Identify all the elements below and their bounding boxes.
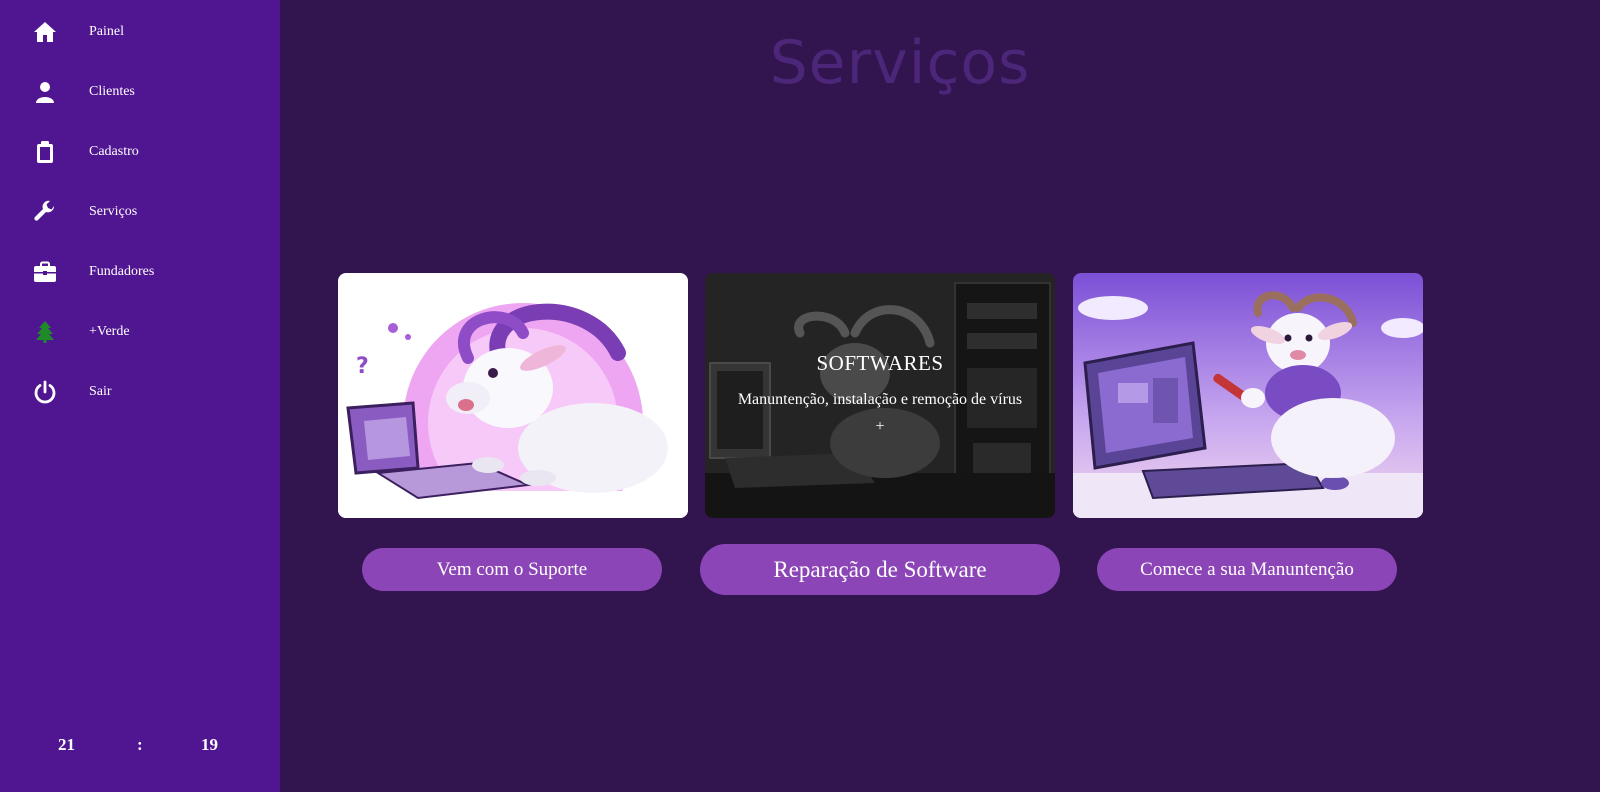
home-icon (31, 18, 59, 46)
power-icon (31, 378, 59, 406)
sidebar: Painel Clientes Cadastro Serviços Fundad… (0, 0, 280, 792)
sidebar-item-label: Fundadores (89, 264, 155, 279)
svg-text:?: ? (356, 354, 369, 379)
overlay-description: Manuntenção, instalação e remoção de vír… (737, 391, 1023, 435)
sidebar-item-clientes[interactable]: Clientes (0, 72, 280, 112)
sidebar-item-painel[interactable]: Painel (0, 12, 280, 52)
sidebar-item-fundadores[interactable]: Fundadores (0, 252, 280, 292)
service-card-suporte[interactable]: ? (338, 273, 688, 518)
service-card-softwares[interactable]: SOFTWARES Manuntenção, instalação e remo… (705, 273, 1055, 518)
clock: 21 : 19 (0, 730, 280, 760)
sidebar-item-label: Painel (89, 24, 124, 39)
sidebar-item-cadastro[interactable]: Cadastro (0, 132, 280, 172)
wrench-icon (31, 198, 59, 226)
sidebar-item-verde[interactable]: +Verde (0, 312, 280, 352)
comece-a-sua-manutencao-button[interactable]: Comece a sua Manuntenção (1097, 548, 1397, 591)
clipboard-icon (31, 138, 59, 166)
reparacao-de-software-button[interactable]: Reparação de Software (700, 544, 1060, 595)
briefcase-icon (31, 258, 59, 286)
tree-icon (31, 318, 59, 346)
sidebar-item-label: Sair (89, 384, 112, 399)
sidebar-item-label: Cadastro (89, 144, 139, 159)
clock-hours: 21 (58, 735, 75, 754)
sidebar-item-label: +Verde (89, 324, 130, 339)
goat-repair-image (1073, 273, 1423, 518)
page-title: Serviços (769, 28, 1031, 98)
softwares-overlay: SOFTWARES Manuntenção, instalação e remo… (705, 273, 1055, 518)
vem-com-o-suporte-button[interactable]: Vem com o Suporte (362, 548, 662, 591)
clock-separator: : (137, 735, 143, 754)
sidebar-item-label: Clientes (89, 84, 135, 99)
overlay-title: SOFTWARES (816, 351, 944, 375)
goat-laptop-image: ? (338, 273, 688, 518)
service-card-manutencao[interactable] (1073, 273, 1423, 518)
clock-minutes: 19 (201, 735, 218, 754)
sidebar-item-servicos[interactable]: Serviços (0, 192, 280, 232)
sidebar-item-label: Serviços (89, 204, 138, 219)
sidebar-item-sair[interactable]: Sair (0, 372, 280, 412)
user-icon (31, 78, 59, 106)
